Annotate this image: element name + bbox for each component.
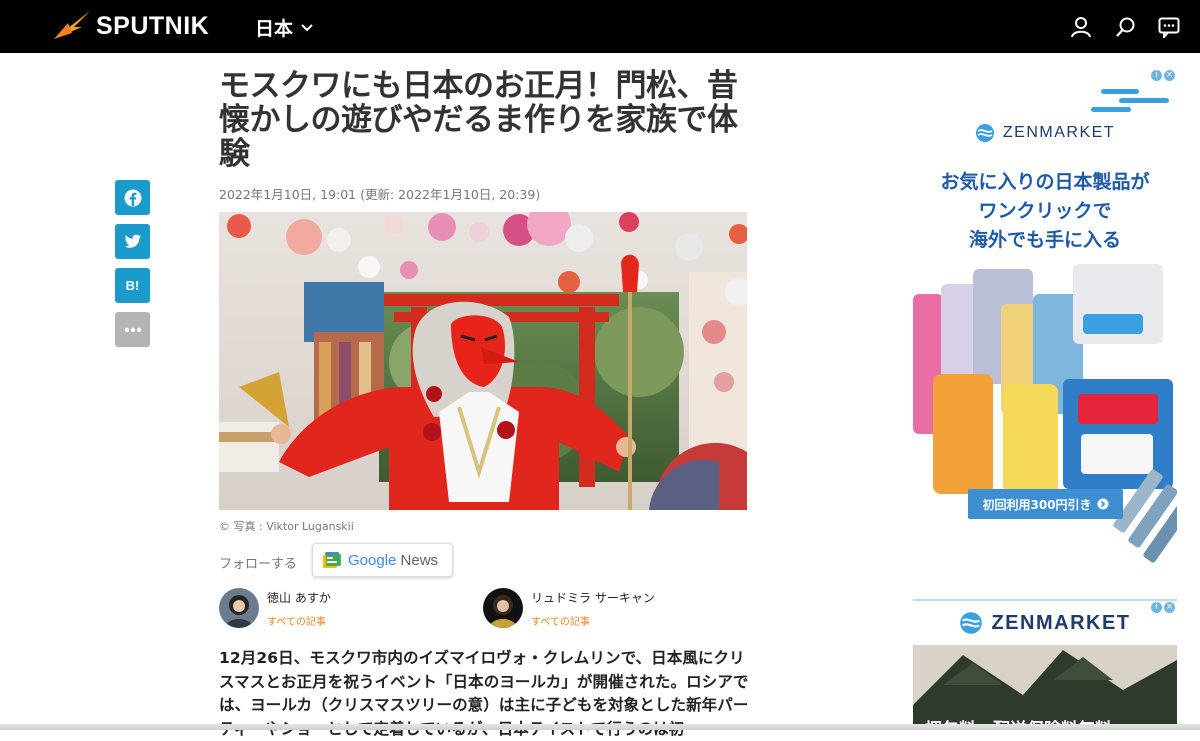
search-icon[interactable] [1115,16,1137,38]
author-1: 徳山 あすか すべての記事 [219,588,331,628]
brand-label: ZENMARKET [991,611,1131,634]
region-selector[interactable]: 日本 [255,14,313,41]
chat-icon[interactable] [1158,16,1180,40]
ad-info[interactable]: i × [1151,70,1175,81]
ad-close-icon: × [1164,70,1175,81]
zenmarket-brand: ZENMARKET [913,611,1177,635]
follow-label: フォローする [219,557,298,572]
share-facebook-button[interactable] [115,180,150,215]
region-label: 日本 [255,18,294,40]
author-all-articles-link[interactable]: すべての記事 [531,613,655,628]
google-news-icon [323,552,341,568]
photo-credit: © 写真 : Viktor Luganskii [219,520,354,533]
author-name[interactable]: リュドミラ サーキャン [531,589,655,606]
more-icon [124,327,141,332]
ad-banner-zenmarket-2[interactable]: i × ZENMARKET 梱包料・配送保険料無料 [913,599,1177,730]
cta-label: 初回利用300円引き [982,497,1092,512]
facebook-icon [124,189,141,206]
news-label: News [400,551,439,569]
cta-button[interactable]: 初回利用300円引き [968,489,1123,519]
article-title: モスクワにも日本のお正月！門松、昔懐かしの遊びやだるま作りを家族で体験 [219,68,738,172]
arrow-right-icon [1097,498,1109,510]
share-more-button[interactable] [115,312,150,347]
avatar[interactable] [483,588,523,628]
author-2: リュドミラ サーキャン すべての記事 [483,588,655,628]
share-twitter-button[interactable] [115,224,150,259]
avatar[interactable] [219,588,259,628]
sputnik-logo-icon [54,11,90,39]
google-label: Google [348,551,397,569]
sputnik-logo[interactable]: SPUTNIK [52,9,209,43]
logo-text: SPUTNIK [96,11,210,40]
headline-line-2: ワンクリックで [978,200,1112,222]
wave-decoration-icon [1091,89,1169,112]
top-header: SPUTNIK 日本 [0,0,1200,53]
zenmarket-logo-icon [975,124,994,142]
zenmarket-logo-icon [960,612,983,634]
brand-label: ZENMARKET [1002,124,1116,141]
scroll-shadow [0,724,1200,730]
hatena-bookmark-icon: B! [125,278,140,293]
zenmarket-brand: ZENMARKET [913,123,1177,143]
chevron-down-icon [301,23,313,31]
ad-headline: お気に入りの日本製品が ワンクリックで 海外でも手に入る [913,168,1177,255]
article-photo [219,212,747,510]
google-news-button[interactable]: Google News [312,543,453,577]
share-hatena-button[interactable]: B! [115,268,150,303]
article-date: 2022年1月10日, 19:01 (更新: 2022年1月10日, 20:39… [219,187,541,202]
adchoices-icon: i [1151,70,1162,81]
headline-line-3: 海外でも手に入る [968,229,1121,251]
user-icon[interactable] [1070,16,1092,38]
headline-line-1: お気に入りの日本製品が [940,171,1150,193]
author-all-articles-link[interactable]: すべての記事 [267,613,331,628]
products-image [913,264,1177,563]
author-name[interactable]: 徳山 あすか [267,589,331,606]
twitter-icon [124,234,141,248]
ad-banner-zenmarket[interactable]: i × ZENMARKET お気に入りの日本製品が ワンクリックで 海外でも手に… [913,69,1177,596]
